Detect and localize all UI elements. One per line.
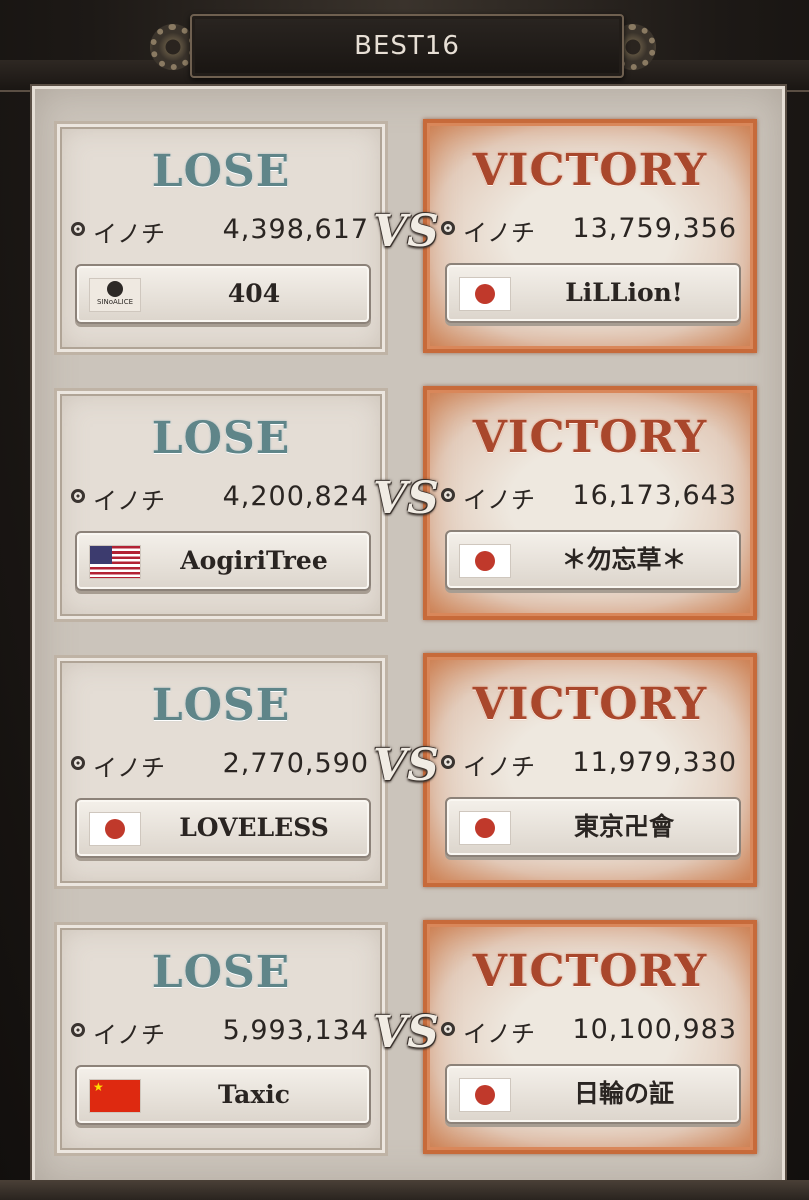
guild-name: ＊勿忘草＊ <box>561 545 687 574</box>
life-value: 5,993,134 <box>222 1015 369 1046</box>
guild-name-button[interactable]: AogiriTree <box>75 531 371 591</box>
japan-flag-icon <box>459 811 511 845</box>
guild-name-button[interactable]: LiLLion! <box>445 263 741 323</box>
result-label: LOSE <box>151 947 291 998</box>
guild-name: LOVELESS <box>179 813 329 842</box>
life-label: イノチ <box>93 220 165 248</box>
guild-name: LiLLion! <box>565 278 683 307</box>
life-value: 10,100,983 <box>572 1014 737 1045</box>
life-value: 13,759,356 <box>572 213 737 244</box>
japan-flag-icon <box>459 277 511 311</box>
match-1-winner-card: VICTORY イノチ 13,759,356 LiLLion! <box>423 119 757 353</box>
life-icon <box>71 756 85 770</box>
guild-name-button[interactable]: Taxic <box>75 1065 371 1125</box>
result-label: VICTORY <box>472 946 708 997</box>
life-value: 11,979,330 <box>572 747 737 778</box>
japan-flag-icon <box>89 812 141 846</box>
life-label: イノチ <box>93 487 165 515</box>
match-3-loser-card: LOSE イノチ 2,770,590 LOVELESS <box>54 655 388 889</box>
life-value: 4,398,617 <box>222 214 369 245</box>
result-label: VICTORY <box>472 145 708 196</box>
match-2-winner-card: VICTORY イノチ 16,173,643 ＊勿忘草＊ <box>423 386 757 620</box>
life-label: イノチ <box>463 486 535 514</box>
guild-name: 404 <box>227 279 281 308</box>
guild-name-button[interactable]: ＊勿忘草＊ <box>445 530 741 590</box>
guild-name-button[interactable]: 東京卍會 <box>445 797 741 857</box>
life-value: 2,770,590 <box>222 748 369 779</box>
life-label: イノチ <box>93 754 165 782</box>
sinoalice-logo-icon: SINoALICE <box>89 278 141 312</box>
guild-name-button[interactable]: LOVELESS <box>75 798 371 858</box>
result-label: LOSE <box>151 413 291 464</box>
page-title: BEST16 <box>354 31 460 61</box>
japan-flag-icon <box>459 544 511 578</box>
usa-flag-icon <box>89 545 141 579</box>
life-label: イノチ <box>463 219 535 247</box>
bottom-rail <box>0 1180 809 1200</box>
life-label: イノチ <box>463 753 535 781</box>
guild-name: 日輪の証 <box>573 1079 674 1108</box>
vs-badge: VS <box>373 206 439 257</box>
match-4-loser-card: LOSE イノチ 5,993,134 Taxic <box>54 922 388 1156</box>
match-1-loser-card: LOSE イノチ 4,398,617 SINoALICE 404 <box>54 121 388 355</box>
match-4-winner-card: VICTORY イノチ 10,100,983 日輪の証 <box>423 920 757 1154</box>
title-plate: BEST16 <box>190 14 624 78</box>
vs-badge: VS <box>373 473 439 524</box>
vs-badge: VS <box>373 1007 439 1058</box>
result-label: VICTORY <box>472 679 708 730</box>
result-label: LOSE <box>151 680 291 731</box>
life-value: 4,200,824 <box>222 481 369 512</box>
sinoalice-face-icon <box>107 281 123 297</box>
app-frame: ✤ ✤ BEST16 LOSE イノチ 4,398,617 SINoALICE … <box>0 0 809 1200</box>
vs-badge: VS <box>373 740 439 791</box>
guild-name: Taxic <box>217 1080 291 1109</box>
result-label: LOSE <box>151 146 291 197</box>
japan-flag-icon <box>459 1078 511 1112</box>
guild-name-button[interactable]: 日輪の証 <box>445 1064 741 1124</box>
life-icon <box>71 489 85 503</box>
guild-name-button[interactable]: SINoALICE 404 <box>75 264 371 324</box>
match-2-loser-card: LOSE イノチ 4,200,824 AogiriTree <box>54 388 388 622</box>
guild-name: 東京卍會 <box>573 812 674 841</box>
life-label: イノチ <box>93 1021 165 1049</box>
match-3-winner-card: VICTORY イノチ 11,979,330 東京卍會 <box>423 653 757 887</box>
china-flag-icon <box>89 1079 141 1113</box>
life-label: イノチ <box>463 1020 535 1048</box>
life-value: 16,173,643 <box>572 480 737 511</box>
life-icon <box>71 1023 85 1037</box>
life-icon <box>71 222 85 236</box>
result-label: VICTORY <box>472 412 708 463</box>
guild-name: AogiriTree <box>180 546 328 575</box>
sinoalice-logo-text: SINoALICE <box>96 298 134 306</box>
